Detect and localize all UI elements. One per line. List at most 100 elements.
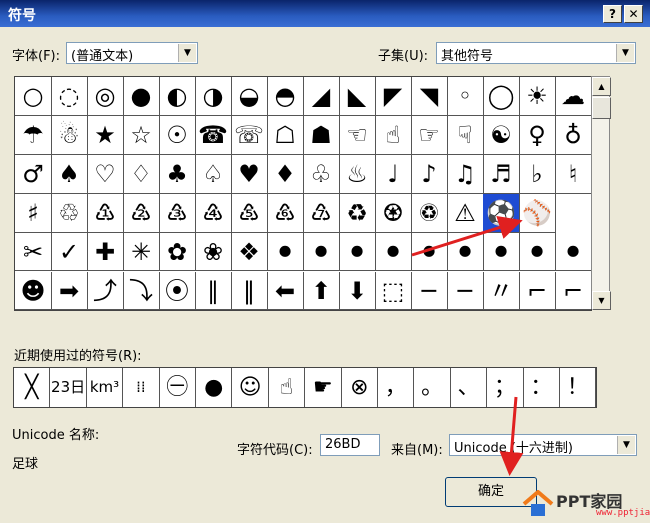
symbol-cell[interactable]: ♶ [195,193,232,233]
symbol-cell[interactable]: ◯ [483,77,520,116]
recent-symbol-cell[interactable]: ！ [560,368,596,407]
symbol-cell[interactable]: ☯ [483,115,520,155]
recent-symbol-cell[interactable]: 。 [414,368,451,407]
symbol-cell[interactable]: ⬇ [339,271,376,310]
symbol-cell[interactable]: ◥ [411,77,448,116]
recent-symbol-cell[interactable]: ； [487,368,524,407]
symbol-cell[interactable]: ⚽ [483,193,520,233]
symbol-cell[interactable]: ♮ [555,155,591,194]
recent-symbol-cell[interactable]: km³ [87,368,124,407]
symbol-cell[interactable]: ♻ [339,193,376,233]
symbol-cell[interactable]: ◣ [339,77,376,116]
chevron-down-icon[interactable]: ▼ [616,44,634,62]
symbol-cell[interactable]: ♴ [123,193,160,233]
symbol-cell[interactable]: ☟ [447,115,484,155]
symbol-cell[interactable]: ⚫ [447,232,484,272]
symbol-cell[interactable]: ● [123,77,160,116]
symbol-cell[interactable]: ◦ [447,77,484,116]
symbol-cell[interactable]: ♭ [519,154,556,194]
symbol-cell[interactable]: ♂ [15,154,52,194]
symbol-cell[interactable]: ⬚ [375,271,412,310]
grid-scrollbar[interactable]: ▲ ▼ [591,76,611,310]
recent-symbol-cell[interactable]: ● [196,368,233,407]
symbol-cell[interactable]: ☉ [159,115,196,155]
symbol-cell[interactable]: ⚫ [555,233,591,272]
symbol-cell[interactable]: ♤ [195,154,232,194]
symbol-cell[interactable]: ♬ [483,154,520,194]
symbol-cell[interactable]: ➡ [51,271,88,310]
symbol-cell[interactable]: ⚫ [411,232,448,272]
scroll-thumb[interactable] [592,97,611,119]
symbol-cell[interactable]: ⤵ [123,271,160,310]
symbol-cell[interactable]: ♵ [159,193,196,233]
recent-symbol-cell[interactable]: ： [524,368,560,407]
symbol-cell[interactable]: ☞ [411,115,448,155]
symbol-cell[interactable]: ⬅ [267,271,304,310]
symbol-cell[interactable]: ♨ [339,154,376,194]
symbol-cell[interactable]: ⚫ [375,232,412,272]
recent-symbol-cell[interactable]: ⊗ [342,368,378,407]
symbol-cell[interactable]: ⚫ [519,232,556,272]
symbol-cell[interactable]: ◤ [375,77,412,116]
font-dropdown[interactable]: (普通文本) ▼ [66,42,198,64]
symbol-cell[interactable]: ♸ [267,193,304,233]
symbol-grid[interactable]: ○ ◌ ◎ ● ◐ ◑ ◒ ◓ ◢ ◣ ◤ ◥ ◦ ◯ ☀ ☁ ☂ ☃ ★ ☆ ☉ ☎ ☏ ☖ ☗ ☜ ☝ ☞ ☟ ☯ ♀ ♁ ♂ ♠ ♡ ♢ ♣ ♤ ♥ ♦… [14,76,592,311]
symbol-cell[interactable]: ❀ [195,232,232,272]
symbol-cell[interactable]: ♁ [555,116,591,155]
symbol-cell[interactable]: ♠ [51,154,88,194]
symbol-cell[interactable]: ⌐ [519,271,556,310]
symbol-cell[interactable]: ◎ [87,77,124,116]
symbol-cell[interactable]: ⬆ [303,271,340,310]
symbol-cell[interactable]: ◐ [159,77,196,116]
symbol-cell[interactable]: ♡ [87,154,124,194]
symbol-cell[interactable]: ─ [447,271,484,310]
recent-symbol-cell[interactable]: ㊀ [160,368,196,407]
symbol-cell[interactable]: ♧ [303,154,340,194]
symbol-cell[interactable]: ✚ [87,232,124,272]
symbol-cell[interactable]: ☆ [123,115,160,155]
symbol-cell[interactable]: ★ [87,115,124,155]
symbol-cell[interactable]: ☁ [555,77,591,116]
help-button[interactable]: ? [603,5,622,23]
recent-symbol-cell[interactable]: ╳ [14,368,51,407]
symbol-cell[interactable]: 〃 [483,271,520,310]
symbol-cell[interactable]: ♪ [411,154,448,194]
char-code-input[interactable]: 26BD [320,434,380,456]
symbol-cell[interactable]: ⚫ [303,232,340,272]
recent-symbol-cell[interactable]: 23日 [50,368,87,407]
symbol-cell[interactable]: ♯ [15,193,52,233]
symbol-cell[interactable]: ♩ [375,154,412,194]
recent-symbol-cell[interactable]: ☛ [305,368,342,407]
symbol-cell[interactable]: ⚫ [483,232,520,272]
symbol-cell[interactable]: ☝ [375,115,412,155]
symbol-cell[interactable]: ☀ [519,77,556,116]
symbol-cell[interactable]: ◒ [231,77,268,116]
symbol-cell[interactable]: ⚠ [447,193,484,233]
symbol-cell[interactable]: ○ [15,77,52,116]
symbol-cell[interactable]: ◌ [51,77,88,116]
symbol-cell[interactable]: ☜ [339,115,376,155]
from-dropdown[interactable]: Unicode (十六进制) ▼ [449,434,637,456]
close-button[interactable]: ✕ [624,5,643,23]
recent-symbol-cell[interactable]: ⁞⁞ [123,368,160,407]
symbol-cell[interactable]: ◢ [303,77,340,116]
symbol-cell[interactable]: ⚫ [267,232,304,272]
chevron-down-icon[interactable]: ▼ [178,44,196,62]
symbol-cell[interactable]: ⤴ [87,271,124,310]
symbol-cell[interactable]: ♽ [411,193,448,233]
symbol-cell[interactable]: ♼ [375,193,412,233]
symbol-cell[interactable]: ♫ [447,154,484,194]
symbol-cell[interactable]: ✳ [123,232,160,272]
recent-symbol-cell[interactable]: ☺ [232,368,269,407]
symbol-cell[interactable]: ☻ [15,271,52,310]
symbol-cell[interactable]: ⦿ [159,271,196,310]
symbol-cell[interactable]: ⌐ [555,272,591,310]
symbol-cell[interactable]: ☏ [231,115,268,155]
symbol-cell[interactable]: ☎ [195,115,232,155]
symbol-cell[interactable]: ♷ [231,193,268,233]
symbol-cell[interactable]: ✿ [159,232,196,272]
symbol-cell[interactable]: ✓ [51,232,88,272]
symbol-cell[interactable]: ☂ [15,115,52,155]
symbol-cell[interactable]: ♹ [303,193,340,233]
symbol-cell[interactable]: ♳ [87,193,124,233]
